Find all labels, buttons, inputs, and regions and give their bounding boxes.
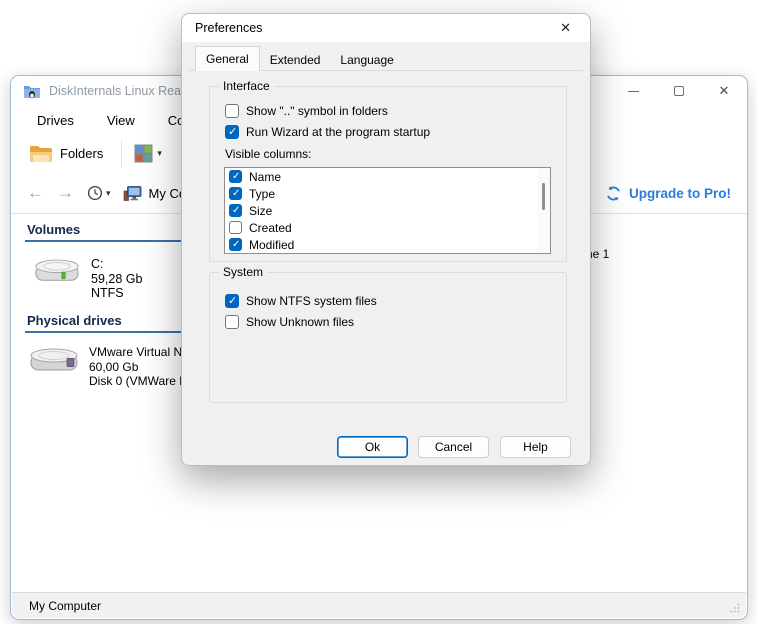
checkbox-label: Show NTFS system files [246,294,377,308]
checkbox[interactable] [225,294,239,308]
physical-heading-rule [25,331,187,333]
my-computer-icon [123,185,141,201]
checkbox[interactable] [225,315,239,329]
refresh-icon [607,185,620,201]
list-item-label: Modified [249,237,295,252]
list-item-label: Created [249,220,292,235]
tab-general[interactable]: General [195,46,260,71]
checkbox-label: Show Unknown files [246,315,355,329]
checkbox-unknown-files[interactable]: Show Unknown files [225,315,354,329]
list-item-type[interactable]: Type [225,185,550,202]
resize-grip-icon[interactable] [730,603,740,613]
menu-item-drives[interactable]: Drives [28,110,83,131]
back-button[interactable]: ← [27,183,57,203]
physical-drive-icon [30,348,78,371]
list-item-label: Type [249,186,276,201]
views-button[interactable]: ▾ [134,144,162,163]
visible-columns-label: Visible columns: [225,147,312,161]
checkbox[interactable] [225,125,239,139]
maximize-button[interactable] [664,76,694,106]
menu-item-view[interactable]: View [98,110,144,131]
list-item-name[interactable]: Name [225,168,550,185]
ok-button[interactable]: Ok [337,436,408,458]
checkbox-ntfs-files[interactable]: Show NTFS system files [225,294,377,308]
checkbox-run-wizard[interactable]: Run Wizard at the program startup [225,125,430,139]
visible-columns-listbox[interactable]: Name Type Size Created Modified [224,167,551,254]
list-scrollbar[interactable] [537,168,550,253]
status-bar: My Computer [12,592,746,618]
maximize-icon [674,86,684,96]
interface-groupbox: Interface Show ".." symbol in folders Ru… [209,79,567,262]
dialog-tabs: General Extended Language [195,46,404,71]
folders-button-label: Folders [60,146,104,161]
system-group-label: System [219,265,268,279]
help-button[interactable]: Help [500,436,571,458]
volume-name: C: [91,257,104,271]
checkbox-show-dots[interactable]: Show ".." symbol in folders [225,104,388,118]
minimize-button[interactable] [618,76,648,106]
checkbox[interactable] [229,238,242,251]
dialog-close-button[interactable]: ✕ [554,18,577,38]
list-item-label: Name [249,169,282,184]
checkbox[interactable] [229,221,242,234]
views-grid-icon [134,144,153,163]
minimize-icon [627,90,639,92]
list-item-label: Size [249,203,273,218]
close-icon: ✕ [718,83,730,98]
list-item-modified[interactable]: Modified [225,236,550,253]
tab-language[interactable]: Language [330,50,403,71]
dialog-titlebar: Preferences ✕ [182,14,590,42]
toolbar-separator [121,139,123,168]
list-item-created[interactable]: Created [225,219,550,236]
physical-item-disk0[interactable]: VMware Virtual NVM 60,00 Gb Disk 0 (VMWa… [29,345,206,389]
upgrade-link-label: Upgrade to Pro! [628,185,731,201]
scrollbar-thumb[interactable] [542,183,545,210]
checkbox[interactable] [229,204,242,217]
volume-fs: NTFS [91,286,124,300]
checkbox-label: Run Wizard at the program startup [246,125,431,139]
folders-button[interactable]: Folders [23,141,109,167]
volume-item-text: C: 59,28 Gb NTFS [91,257,142,301]
caret-down-icon: ▾ [157,148,162,158]
checkbox-label: Show ".." symbol in folders [246,104,388,118]
upgrade-link[interactable]: Upgrade to Pro! [605,185,731,202]
volume-size: 59,28 Gb [91,271,143,286]
history-button[interactable]: ▾ [87,185,111,201]
system-groupbox: System Show NTFS system files Show Unkno… [209,265,567,403]
folder-icon [30,145,52,162]
list-item-size[interactable]: Size [225,202,550,219]
window-title: DiskInternals Linux Reader [49,84,200,98]
interface-group-label: Interface [219,79,274,93]
close-button[interactable]: ✕ [709,76,739,106]
checkbox[interactable] [229,170,242,183]
volumes-heading-rule [25,240,187,242]
preferences-dialog: Preferences ✕ General Extended Language … [181,13,591,466]
physical-drives-heading: Physical drives [27,313,122,328]
caret-down-icon: ▾ [106,187,111,198]
tab-extended[interactable]: Extended [260,50,331,71]
app-icon [24,86,40,99]
volume-item-c[interactable]: C: 59,28 Gb NTFS [33,257,142,301]
checkbox[interactable] [225,104,239,118]
dialog-title: Preferences [195,21,263,35]
status-text: My Computer [29,598,102,613]
volumes-heading: Volumes [27,222,81,237]
forward-button[interactable]: → [57,183,87,203]
history-clock-icon [87,185,103,201]
hard-drive-icon [35,259,79,281]
checkbox[interactable] [229,187,242,200]
cancel-button[interactable]: Cancel [418,436,489,458]
